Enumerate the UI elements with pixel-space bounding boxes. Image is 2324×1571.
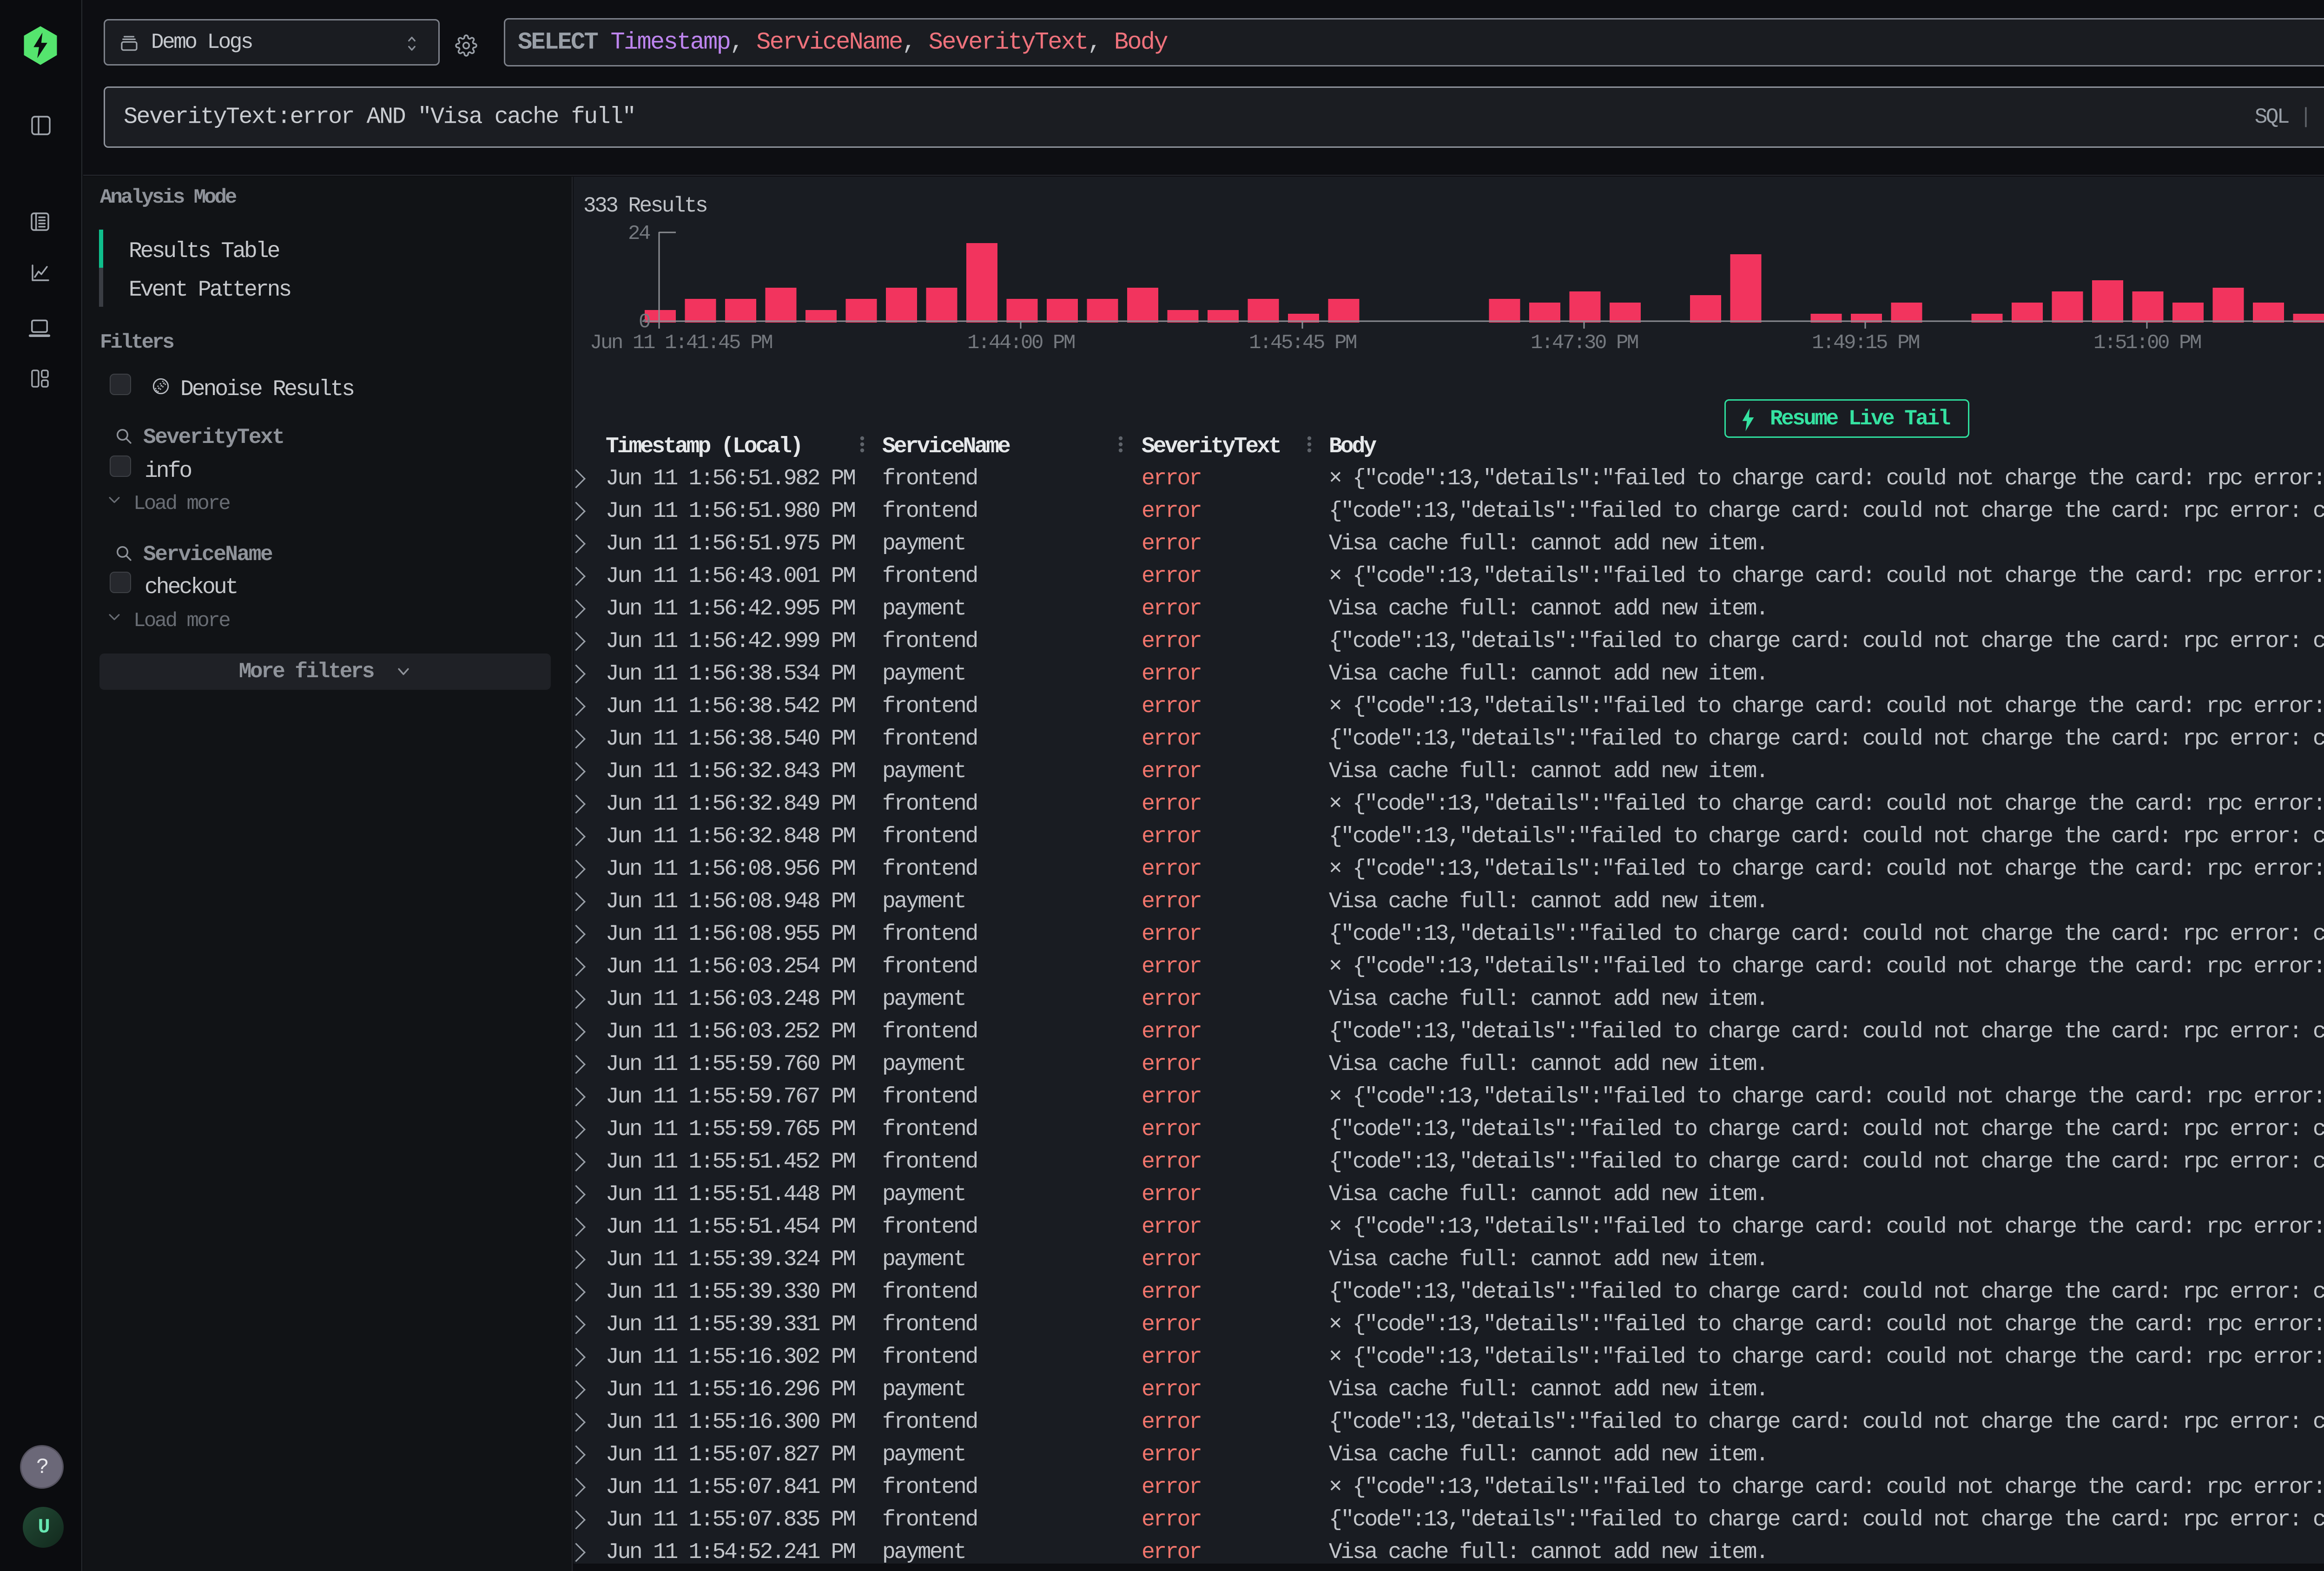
svg-text:24: 24 bbox=[628, 222, 650, 245]
svg-text:1:44:00 PM: 1:44:00 PM bbox=[967, 331, 1075, 355]
svg-text:1:49:15 PM: 1:49:15 PM bbox=[1812, 331, 1919, 355]
svg-text:Jun 11 1:41:45 PM: Jun 11 1:41:45 PM bbox=[590, 331, 772, 355]
svg-text:0: 0 bbox=[639, 310, 650, 334]
svg-text:1:45:45 PM: 1:45:45 PM bbox=[1249, 331, 1356, 355]
svg-text:1:47:30 PM: 1:47:30 PM bbox=[1531, 331, 1638, 355]
svg-text:1:51:00 PM: 1:51:00 PM bbox=[2093, 331, 2201, 355]
